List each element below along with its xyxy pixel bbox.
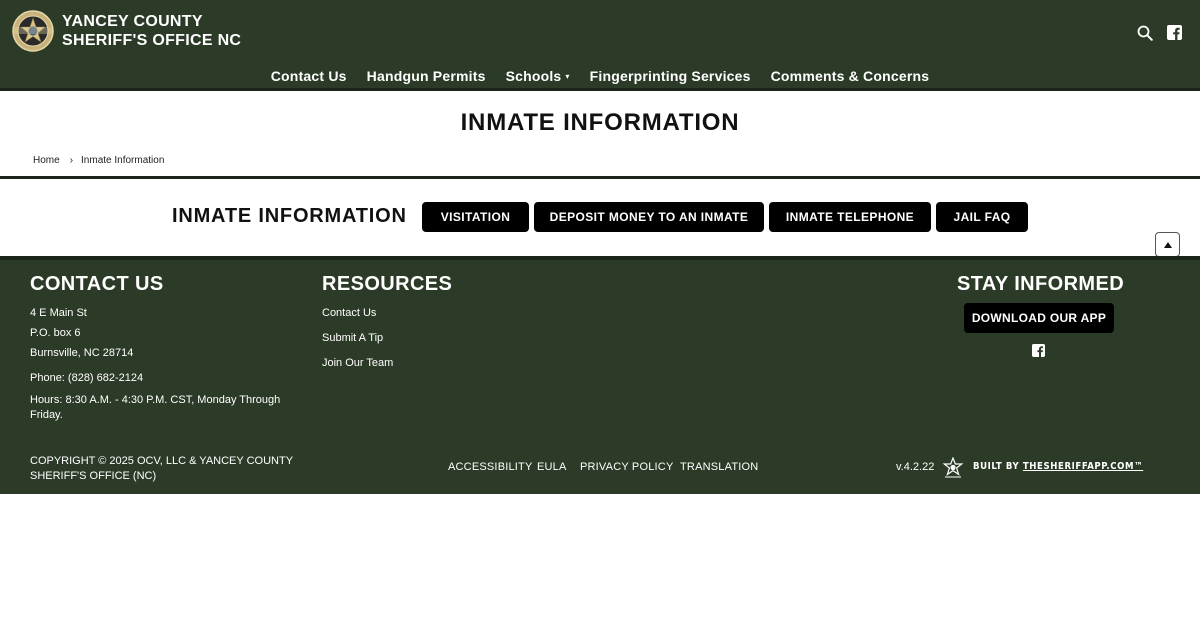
facebook-icon[interactable] [1032, 344, 1045, 357]
address-line1: 4 E Main St [30, 307, 87, 319]
built-by-prefix: BUILT BY [973, 461, 1023, 472]
translation-link[interactable]: TRANSLATION [680, 461, 758, 473]
nav-item-label: Contact Us [270, 68, 347, 84]
nav-item-contact-us[interactable]: Contact Us [271, 68, 347, 84]
jail-faq-button[interactable]: JAIL FAQ [936, 202, 1028, 232]
phone-link[interactable]: Phone: (828) 682-2124 [30, 371, 143, 385]
stay-informed-heading: STAY INFORMED [957, 273, 1125, 295]
breadcrumb-home-link[interactable]: Home [33, 155, 60, 166]
site-title-line1: YANCEY COUNTY [62, 13, 203, 30]
nav-item-label: Handgun Permits [366, 68, 486, 84]
site-header: YANCEY COUNTY SHERIFF'S OFFICE NC Contac… [0, 0, 1200, 88]
copyright-line1: COPYRIGHT © 2025 OCV, LLC & YANCEY COUNT… [30, 455, 294, 467]
sheriff-badge-logo[interactable] [12, 9, 54, 53]
resources-link-contact-us[interactable]: Contact Us [322, 306, 376, 320]
nav-item-label: Schools [505, 68, 562, 84]
page-title: INMATE INFORMATION [460, 109, 740, 136]
site-title[interactable]: YANCEY COUNTY SHERIFF'S OFFICE NC [62, 12, 241, 50]
deposit-money-button[interactable]: DEPOSIT MONEY TO AN INMATE [534, 202, 764, 232]
inmate-section-heading: INMATE INFORMATION [172, 205, 407, 227]
sheriff-star-icon [942, 456, 964, 479]
breadcrumb-separator-icon: › [69, 155, 74, 166]
thesheriffapp-link[interactable]: THESHERIFFAPP.COM™ [1023, 461, 1143, 472]
search-icon[interactable] [1137, 25, 1153, 41]
inmate-telephone-button[interactable]: INMATE TELEPHONE [769, 202, 931, 232]
nav-item-label: Fingerprinting Services [589, 68, 751, 84]
address-line2: P.O. box 6 [30, 327, 81, 339]
scroll-to-top-button[interactable] [1155, 232, 1180, 257]
visitation-button[interactable]: VISITATION [422, 202, 529, 232]
nav-item-fingerprinting-services[interactable]: Fingerprinting Services [590, 68, 751, 84]
nav-item-label: Comments & Concerns [770, 68, 930, 84]
contact-heading: CONTACT US [30, 273, 164, 295]
download-app-button[interactable]: DOWNLOAD OUR APP [964, 303, 1114, 333]
site-footer: CONTACT US 4 E Main St P.O. box 6 Burnsv… [0, 256, 1200, 494]
nav-item-schools[interactable]: Schools ▾ [506, 68, 570, 84]
nav-item-comments-concerns[interactable]: Comments & Concerns [771, 68, 930, 84]
privacy-policy-link[interactable]: PRIVACY POLICY [580, 461, 673, 473]
hours-line2: Friday. [30, 409, 63, 421]
hours-line1: Hours: 8:30 A.M. - 4:30 P.M. CST, Monday… [30, 394, 281, 406]
built-by-credit: BUILT BY THESHERIFFAPP.COM™ [973, 461, 1143, 472]
nav-item-handgun-permits[interactable]: Handgun Permits [367, 68, 486, 84]
eula-link[interactable]: EULA [537, 461, 567, 473]
site-title-line2: SHERIFF'S OFFICE NC [62, 32, 242, 49]
resources-link-join-team[interactable]: Join Our Team [322, 356, 393, 370]
version-label: v.4.2.22 [896, 461, 935, 473]
accessibility-link[interactable]: ACCESSIBILITY [448, 461, 533, 473]
address-line3: Burnsville, NC 28714 [30, 347, 134, 359]
resources-link-submit-tip[interactable]: Submit A Tip [322, 331, 383, 345]
caret-down-icon: ▾ [565, 72, 570, 81]
copyright-line2: SHERIFF'S OFFICE (NC) [30, 470, 157, 482]
footer-divider [0, 256, 1200, 260]
resources-heading: RESOURCES [322, 273, 453, 295]
facebook-icon[interactable] [1167, 25, 1183, 41]
breadcrumb-current: Inmate Information [81, 155, 165, 166]
arrow-up-icon [1163, 241, 1172, 248]
breadcrumb: Home › Inmate Information [33, 155, 164, 166]
main-nav: Contact Us Handgun Permits Schools ▾ Fin… [0, 66, 1200, 86]
section-divider [0, 176, 1200, 179]
header-divider [0, 88, 1200, 91]
